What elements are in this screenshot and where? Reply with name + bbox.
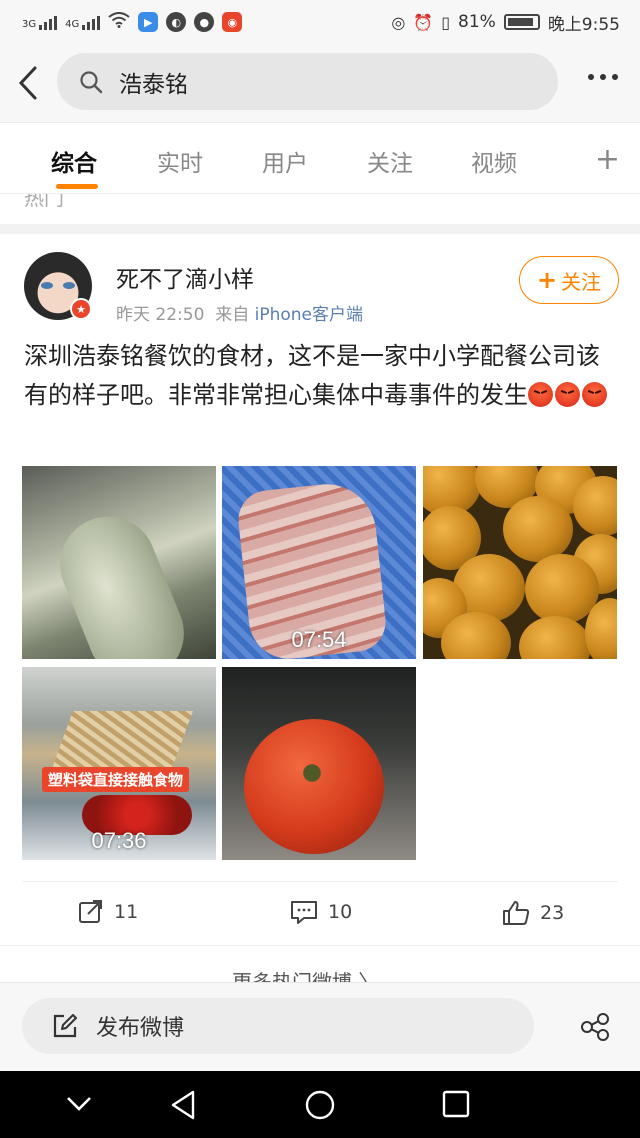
data-saver-icon: ◎ [391,12,406,32]
angry-emoji-icon [555,382,580,407]
compose-input[interactable]: 发布微博 [22,998,534,1054]
repost-button[interactable]: 11 [78,900,138,924]
add-tab-button[interactable]: + [595,142,620,177]
video-duration: 07:36 [91,828,147,853]
repost-count: 11 [114,901,139,923]
tab-comprehensive[interactable]: 综合 [51,144,97,178]
home-circle-icon[interactable] [305,1090,335,1120]
search-input[interactable]: 浩泰铭 [57,53,558,110]
comment-button[interactable]: 10 [290,900,352,924]
clock: 晚上9:55 [547,14,620,35]
video-app-icon: ▶ [138,12,159,32]
post-video-meat[interactable]: 07:54 [222,466,416,659]
weibo-app-icon: ◉ [222,12,243,32]
repost-icon [79,900,102,923]
status-left: 3G 4G ▶ ◐ ● ◉ [22,11,243,33]
plus-icon: + [536,266,558,294]
post-source-prefix: 来自 [215,305,250,325]
hot-label: 热门 [24,194,64,210]
hot-section-header[interactable]: 热门 ﹀ [0,194,640,224]
wifi-icon [108,11,130,33]
post-username[interactable]: 死不了滴小样 [116,260,254,294]
more-options-button[interactable] [588,74,618,80]
message-app-icon: ● [194,12,215,32]
chevron-down-icon[interactable] [66,1095,92,1113]
share-button[interactable] [580,1013,610,1045]
photo-caption: 塑料袋直接接触食物 [42,767,190,792]
more-hot-link[interactable]: 更多热门微博 〉 [0,966,640,982]
verified-badge-icon: ★ [70,298,92,320]
weibo-post[interactable]: ★ 死不了滴小样 昨天 22:50 来自 iPhone客户端 + 关注 深圳浩泰… [0,234,640,982]
share-icon [581,1013,609,1041]
thumbs-up-icon [503,901,530,925]
post-body: 深圳浩泰铭餐饮的食材，这不是一家中小学配餐公司该有的样子吧。非常非常担心集体中毒… [24,342,600,409]
post-actions: 11 10 23 [0,882,640,944]
signal-sim2-icon: 4G [65,14,101,30]
search-tabs: 综合 实时 用户 关注 视频 + [0,122,640,194]
system-nav-bar [0,1071,640,1138]
vibrate-icon: ▯ [441,12,451,32]
post-photo-oranges[interactable] [423,466,617,659]
section-gap [0,224,640,234]
search-query: 浩泰铭 [119,71,188,98]
like-button[interactable]: 23 [502,900,564,926]
alarm-icon: ⏰ [413,12,434,32]
comment-icon [291,901,317,924]
edit-icon [53,1014,77,1038]
chevron-down-icon: ﹀ [600,194,614,205]
search-icon [80,70,103,93]
signal-sim1-icon: 3G [22,14,58,30]
sim1-label: 3G [22,19,37,30]
post-video-kitchen[interactable]: 塑料袋直接接触食物 07:36 [22,667,216,860]
sim2-label: 4G [65,19,80,30]
search-header: 浩泰铭 [0,44,640,122]
battery-percent: 81% [458,12,496,32]
back-triangle-icon[interactable] [170,1090,196,1120]
comment-count: 10 [328,901,353,923]
tab-realtime[interactable]: 实时 [157,144,203,178]
divider [0,945,640,946]
angry-emoji-icon [528,382,553,407]
back-button[interactable] [0,44,56,122]
more-dots-icon [588,74,594,80]
follow-button[interactable]: + 关注 [519,256,619,304]
recents-square-icon[interactable] [442,1090,470,1118]
post-photo-tomato[interactable] [222,667,416,860]
back-arrow-icon [18,66,37,100]
status-right: ◎ ⏰ ▯ 81% 晚上9:55 [391,10,620,35]
compose-placeholder: 发布微博 [96,1016,185,1041]
like-count: 23 [540,902,565,924]
status-bar: 3G 4G ▶ ◐ ● ◉ ◎ ⏰ ▯ 81% 晚上9:55 [0,0,640,44]
follow-label: 关注 [561,269,602,294]
browser-app-icon: ◐ [166,12,187,32]
tab-users[interactable]: 用户 [262,144,308,178]
battery-icon [503,14,540,30]
tab-video[interactable]: 视频 [471,144,517,178]
post-time: 昨天 22:50 [116,305,205,325]
angry-emoji-icon [582,382,607,407]
more-hot-label: 更多热门微博 〉 [232,970,379,982]
post-meta: 昨天 22:50 来自 iPhone客户端 [116,300,363,325]
compose-bar: 发布微博 [0,983,640,1071]
post-photo-cucumber[interactable] [22,466,216,659]
video-duration: 07:54 [291,627,347,652]
post-text[interactable]: 深圳浩泰铭餐饮的食材，这不是一家中小学配餐公司该有的样子吧。非常非常担心集体中毒… [24,337,620,415]
post-source[interactable]: iPhone客户端 [255,305,363,325]
active-tab-indicator [56,184,98,189]
tab-follow[interactable]: 关注 [367,144,413,178]
